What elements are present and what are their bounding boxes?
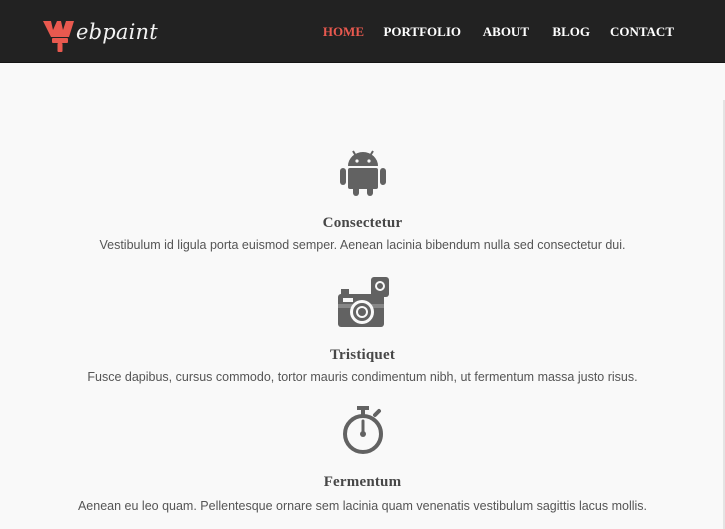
nav-home[interactable]: HOME bbox=[323, 24, 364, 40]
feature-text: Vestibulum id ligula porta euismod sempe… bbox=[99, 238, 626, 252]
camera-icon bbox=[337, 277, 389, 327]
feature-consectetur: Consectetur Vestibulum id ligula porta e… bbox=[0, 146, 725, 252]
feature-title: Consectetur bbox=[322, 215, 403, 231]
brand-name: ebpaint bbox=[76, 20, 158, 44]
feature-fermentum: Fermentum Aenean eu leo quam. Pellentesq… bbox=[0, 404, 725, 513]
nav-contact[interactable]: CONTACT bbox=[610, 24, 674, 40]
top-navbar: ebpaint HOME PORTFOLIO ABOUT BLOG CONTAC… bbox=[0, 0, 725, 63]
paintbrush-w-icon bbox=[43, 21, 74, 52]
android-icon bbox=[339, 150, 386, 196]
feature-text: Fusce dapibus, cursus commodo, tortor ma… bbox=[87, 370, 638, 384]
nav-about[interactable]: ABOUT bbox=[483, 24, 529, 40]
nav-portfolio[interactable]: PORTFOLIO bbox=[383, 24, 461, 40]
stopwatch-icon bbox=[342, 406, 383, 454]
nav-blog[interactable]: BLOG bbox=[552, 24, 590, 40]
feature-text: Aenean eu leo quam. Pellentesque ornare … bbox=[77, 499, 648, 513]
feature-title: Fermentum bbox=[323, 474, 402, 490]
brand-logo[interactable]: ebpaint bbox=[42, 18, 158, 52]
feature-title: Tristiquet bbox=[329, 347, 396, 363]
feature-tristiquet: Tristiquet Fusce dapibus, cursus commodo… bbox=[0, 276, 725, 384]
